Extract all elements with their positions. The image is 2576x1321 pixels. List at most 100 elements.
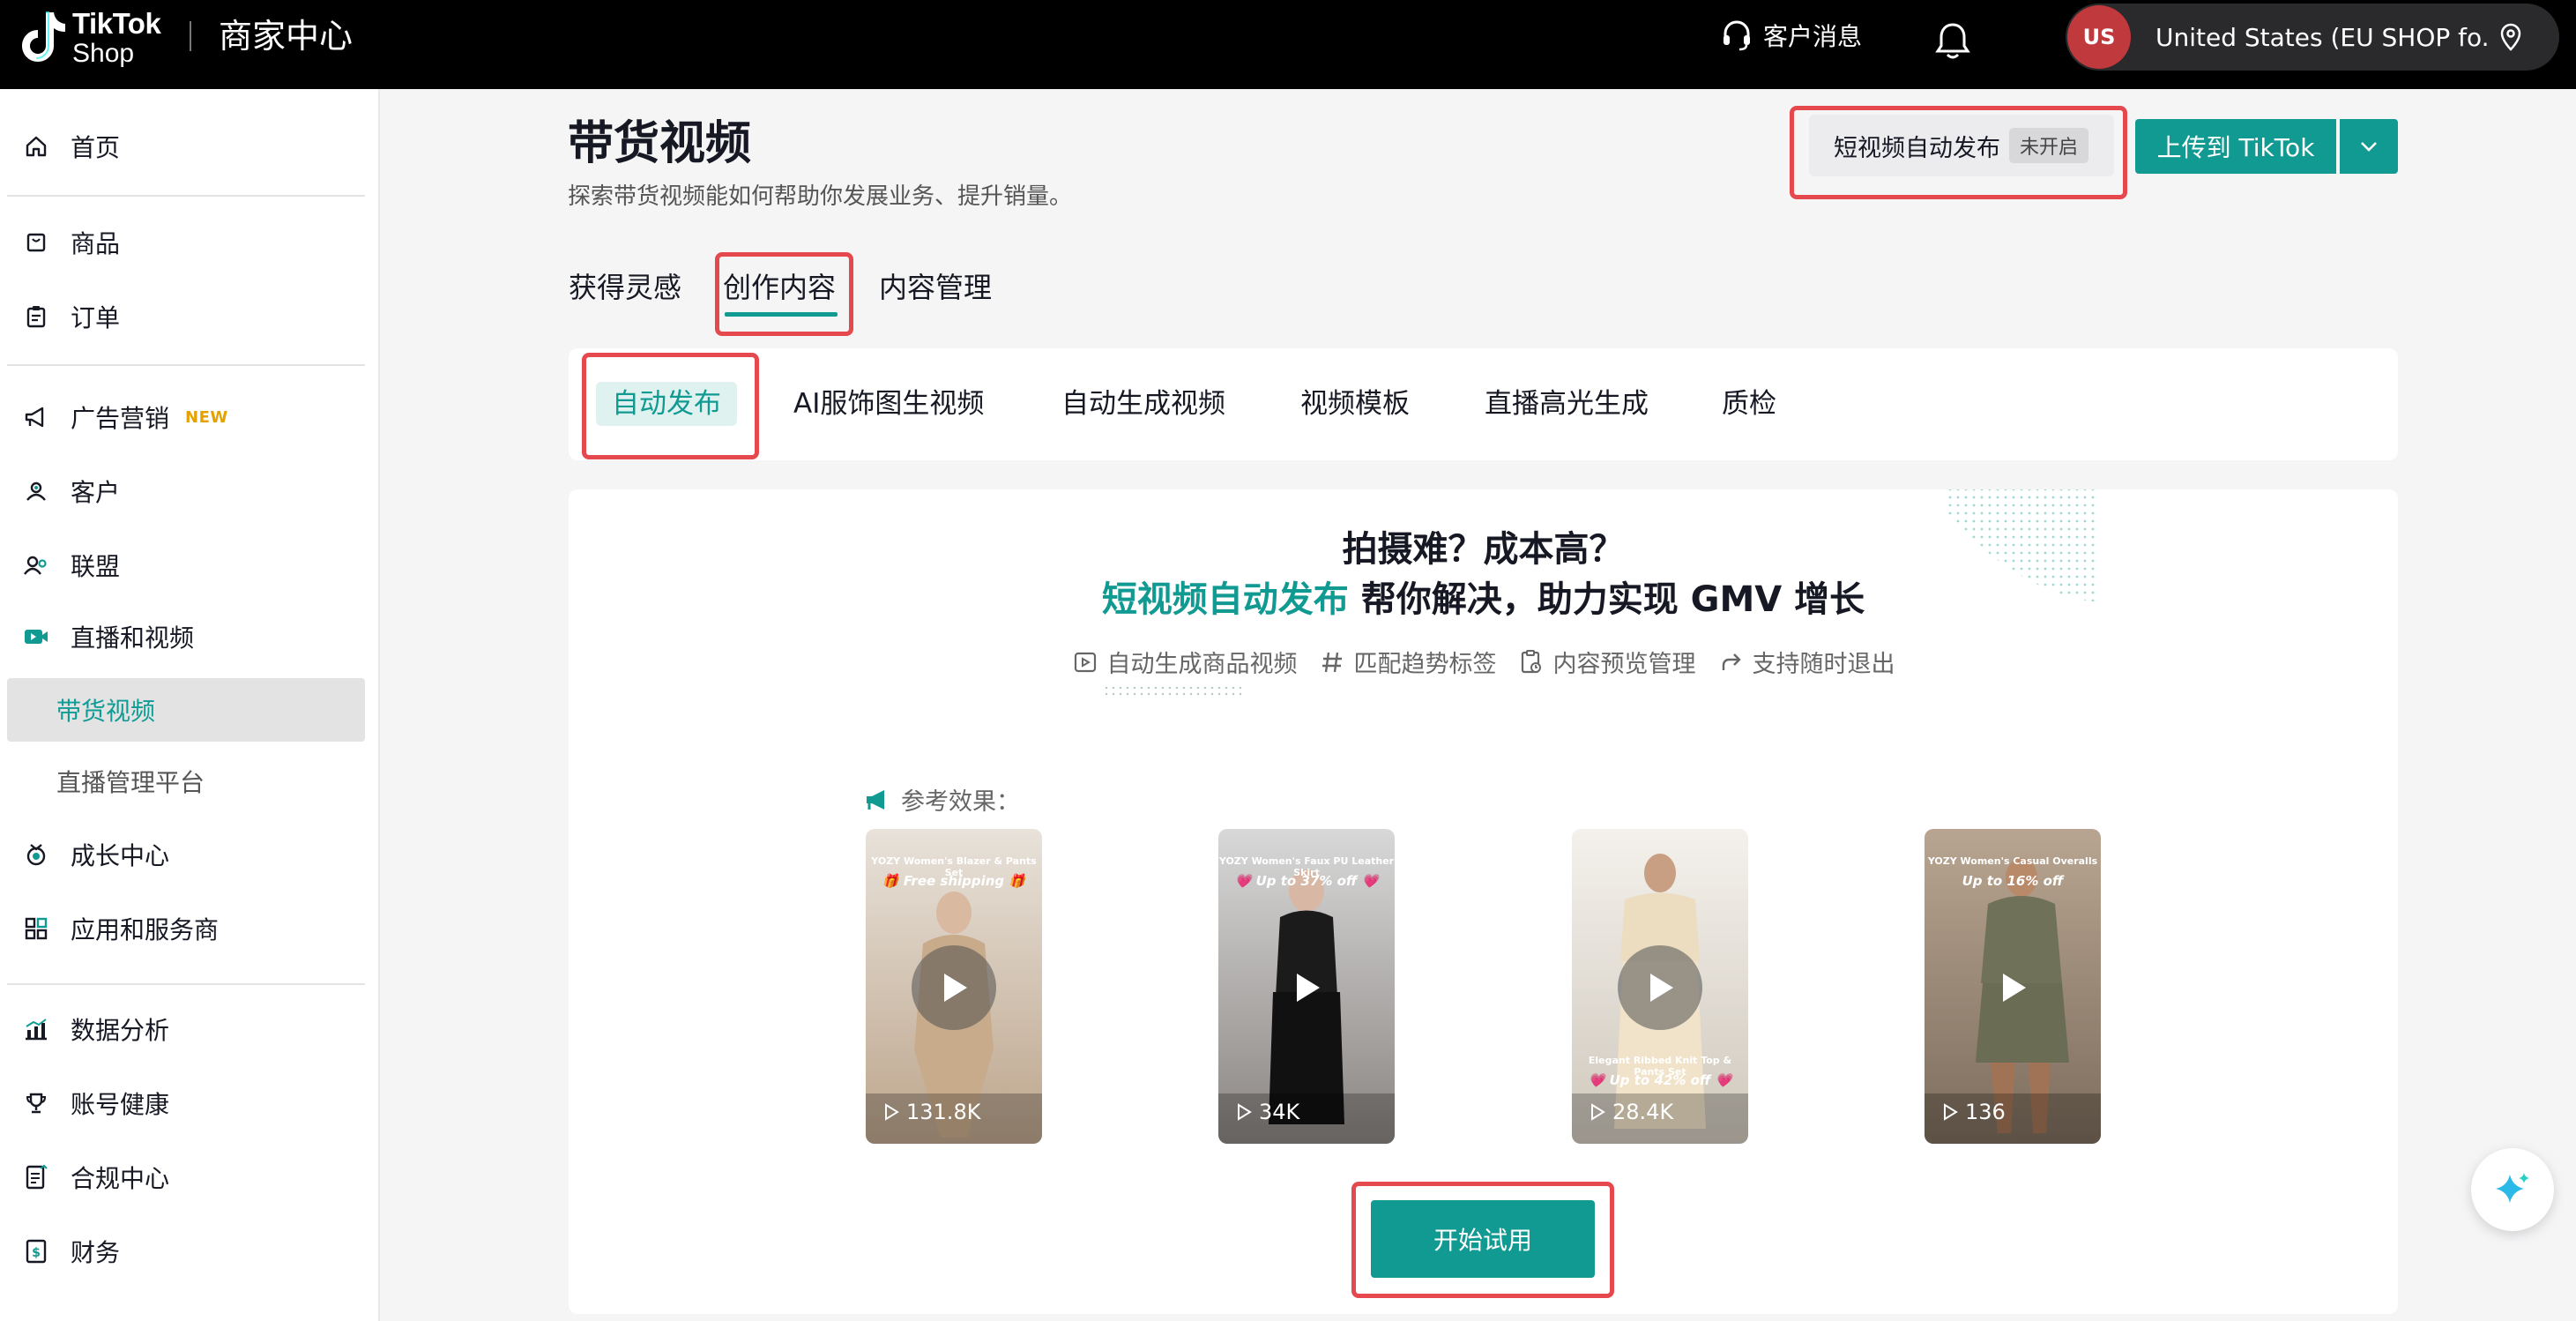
sidebar-item-orders[interactable]: 订单	[7, 285, 365, 348]
sidebar-item-label: 订单	[71, 303, 121, 332]
sidebar-item-account-health[interactable]: 账号健康	[7, 1071, 365, 1135]
play-icon	[1297, 974, 1320, 1002]
auto-publish-toggle-button[interactable]: 短视频自动发布 未开启	[1809, 115, 2114, 176]
video-promo: 🎁 Free shipping 🎁	[882, 873, 1026, 889]
sidebar-item-analytics[interactable]: 数据分析	[7, 997, 365, 1061]
sidebar-item-label: 首页	[71, 133, 121, 162]
video-play-icon	[1072, 649, 1098, 675]
analytics-icon	[21, 1014, 51, 1044]
tab-create-content[interactable]: 创作内容	[723, 266, 836, 309]
svg-text:$: $	[32, 1246, 41, 1260]
sidebar-item-label: 成长中心	[71, 841, 170, 870]
sidebar-item-customers[interactable]: 客户	[7, 459, 365, 523]
subtab-auto-publish[interactable]: 自动发布	[596, 382, 737, 426]
sidebar-item-live-manager[interactable]: 直播管理平台	[7, 750, 365, 813]
compliance-icon	[21, 1162, 51, 1192]
play-outline-icon	[1944, 1103, 1958, 1121]
page-subtitle: 探索带货视频能如何帮助你发展业务、提升销量。	[568, 183, 1073, 210]
view-count: 131.8K	[883, 1100, 980, 1124]
feature-label: 匹配趋势标签	[1353, 651, 1497, 678]
view-count-text: 34K	[1259, 1100, 1300, 1124]
play-button[interactable]	[1618, 945, 1702, 1030]
avatar: US	[2067, 5, 2131, 69]
sidebar-item-live-video[interactable]: 直播和视频	[7, 605, 365, 668]
clipboard-preview-icon	[1518, 649, 1545, 675]
finance-icon: $	[21, 1236, 51, 1266]
example-video-card[interactable]: Elegant Ribbed Knit Top & Pants Set 💗 Up…	[1572, 829, 1748, 1144]
sidebar-item-label: 财务	[71, 1238, 121, 1267]
product-icon	[21, 228, 51, 257]
home-icon	[21, 131, 51, 161]
subtab-auto-generate-video[interactable]: 自动生成视频	[1061, 382, 1225, 426]
customer-messages-button[interactable]: 客户消息	[1719, 14, 1862, 56]
sidebar-item-growth[interactable]: 成长中心	[7, 823, 365, 886]
play-button[interactable]	[1264, 945, 1349, 1030]
tab-content-management[interactable]: 内容管理	[879, 266, 992, 309]
reference-label: 参考效果：	[864, 782, 1020, 817]
view-count: 34K	[1236, 1100, 1299, 1124]
sidebar-item-shoppable-video[interactable]: 带货视频	[7, 678, 365, 742]
hero-accent-text: 短视频自动发布	[1101, 579, 1349, 620]
subtab-bar: 自动发布 AI服饰图生视频 自动生成视频 视频模板 直播高光生成 质检	[569, 348, 2398, 460]
sidebar-item-products[interactable]: 商品	[7, 211, 365, 274]
play-outline-icon	[1591, 1103, 1605, 1121]
sidebar-item-affiliate[interactable]: 联盟	[7, 534, 365, 597]
sidebar-item-label: 客户	[71, 478, 121, 507]
play-icon	[1650, 974, 1673, 1002]
customers-icon	[21, 476, 51, 506]
sidebar-item-label: 广告营销	[71, 404, 170, 433]
upload-to-tiktok-button[interactable]: 上传到 TikTok	[2135, 119, 2336, 174]
play-outline-icon	[1238, 1103, 1252, 1121]
feature-label: 支持随时退出	[1752, 651, 1895, 678]
sidebar-item-ads[interactable]: 广告营销 NEW	[7, 385, 365, 449]
sidebar-item-label: 直播和视频	[71, 623, 195, 653]
hero-headline: 拍摄难？成本高？	[1342, 529, 1625, 570]
view-count: 136	[1942, 1100, 2006, 1124]
sidebar-item-finance[interactable]: $ 财务	[7, 1220, 365, 1283]
auto-publish-label: 短视频自动发布	[1834, 134, 2000, 162]
subtab-video-templates[interactable]: 视频模板	[1300, 382, 1410, 426]
view-count-text: 131.8K	[906, 1100, 981, 1124]
sidebar: 首页 商品 订单 广告营销 NEW 客户 联盟 直播和视频 带货视频 直播管理平…	[0, 89, 380, 1321]
location-pin-icon	[2500, 23, 2521, 51]
sidebar-item-compliance[interactable]: 合规中心	[7, 1146, 365, 1209]
trophy-icon	[21, 1088, 51, 1118]
start-trial-button[interactable]: 开始试用	[1371, 1200, 1595, 1278]
sidebar-item-label: 数据分析	[71, 1016, 170, 1045]
sidebar-item-home[interactable]: 首页	[7, 115, 365, 178]
notification-bell-icon[interactable]	[1933, 19, 1972, 62]
tab-inspiration[interactable]: 获得灵感	[569, 266, 681, 309]
logo-text-shop: Shop	[72, 39, 135, 68]
subtab-live-highlights[interactable]: 直播高光生成	[1485, 382, 1649, 426]
video-banner: YOZY Women's Casual Overalls	[1927, 855, 2098, 867]
sidebar-item-label: 应用和服务商	[71, 915, 220, 944]
sparkle-icon	[2496, 1173, 2529, 1203]
region-selector[interactable]: US United States (EU SHOP fo...	[2066, 4, 2559, 71]
video-promo: 💗 Up to 37% off 💗	[1234, 873, 1379, 889]
seller-center-title: 商家中心	[219, 17, 354, 56]
sidebar-item-label: 商品	[71, 229, 121, 258]
example-video-card[interactable]: YOZY Women's Faux PU Leather Skirt 💗 Up …	[1218, 829, 1395, 1144]
sidebar-item-apps[interactable]: 应用和服务商	[7, 897, 365, 960]
view-count-text: 28.4K	[1612, 1100, 1674, 1124]
sidebar-item-label: 合规中心	[71, 1164, 170, 1193]
feature-item: 内容预览管理	[1518, 645, 1696, 679]
active-tab-indicator	[725, 312, 838, 317]
upload-dropdown-button[interactable]	[2340, 119, 2398, 174]
play-button[interactable]	[912, 945, 996, 1030]
subtab-ai-apparel-video[interactable]: AI服饰图生视频	[793, 382, 984, 426]
feature-label: 内容预览管理	[1552, 651, 1696, 678]
subtab-quality-check[interactable]: 质检	[1722, 382, 1776, 426]
new-badge: NEW	[185, 407, 228, 427]
megaphone-icon	[21, 402, 51, 432]
example-video-card[interactable]: YOZY Women's Casual Overalls Up to 16% o…	[1925, 829, 2101, 1144]
ai-assistant-button[interactable]	[2471, 1148, 2554, 1231]
example-video-card[interactable]: YOZY Women's Blazer & Pants Set 🎁 Free s…	[866, 829, 1042, 1144]
auto-publish-panel: 拍摄难？成本高？ 短视频自动发布 帮你解决，助力实现 GMV 增长 自动生成商品…	[569, 489, 2398, 1314]
page-title: 带货视频	[568, 117, 752, 170]
region-label: United States (EU SHOP fo...	[2155, 22, 2490, 52]
sidebar-item-label: 带货视频	[56, 697, 156, 726]
tiktok-shop-logo[interactable]: TikTok Shop	[19, 7, 178, 68]
order-icon	[21, 302, 51, 332]
play-button[interactable]	[1970, 945, 2055, 1030]
